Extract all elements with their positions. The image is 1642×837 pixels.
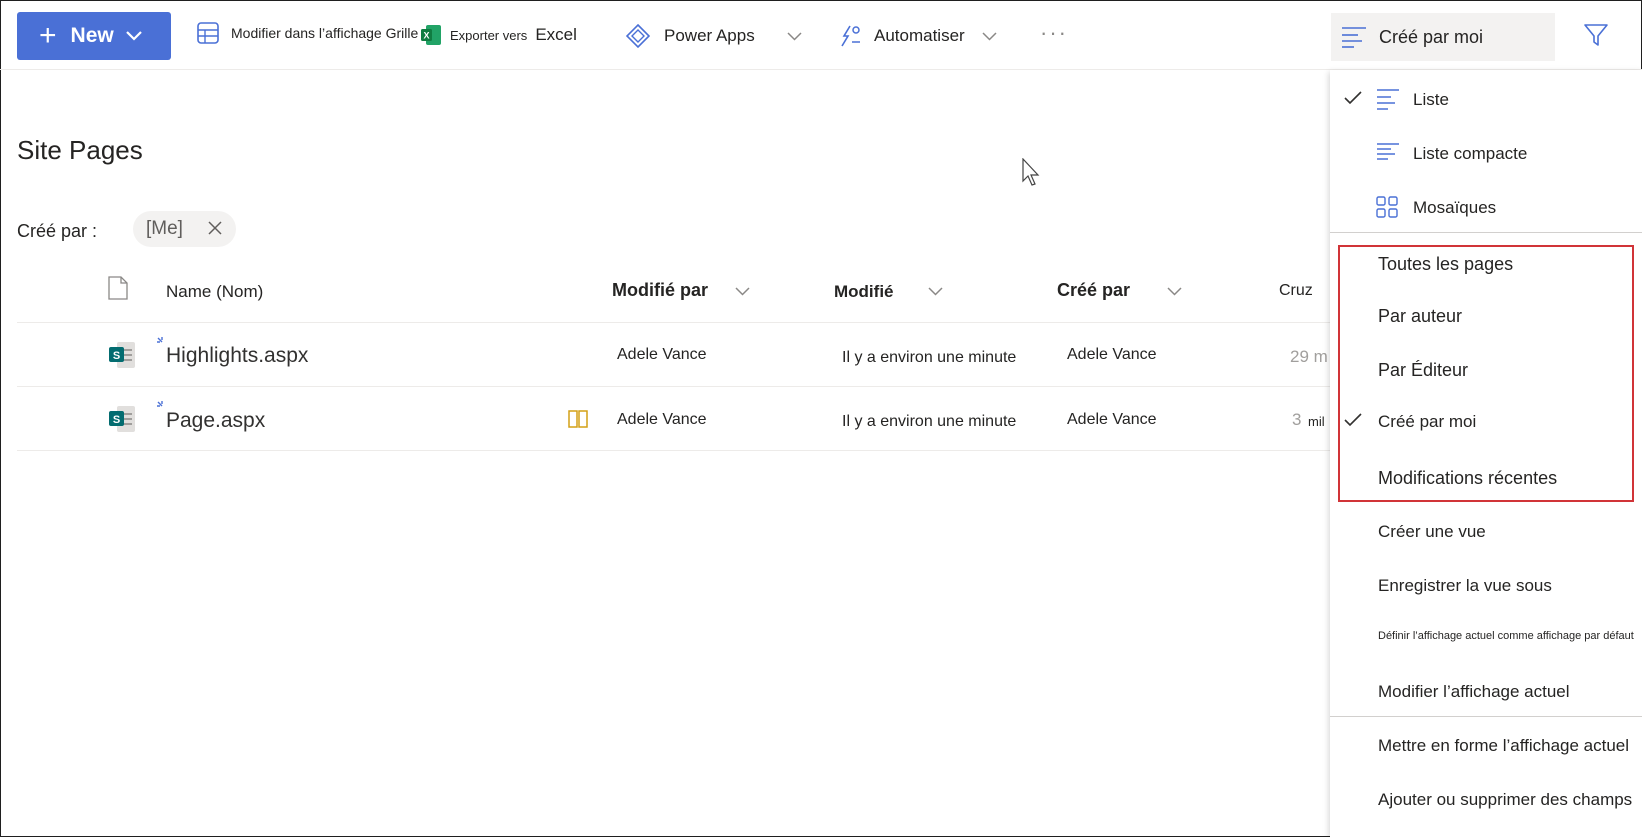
modified-chevron-icon[interactable] xyxy=(928,283,943,301)
extra-cell: 3 xyxy=(1292,410,1302,429)
menu-item-modifier-affichage[interactable]: Modifier l’affichage actuel xyxy=(1330,670,1642,714)
column-header-name[interactable]: Name (Nom) xyxy=(166,282,263,302)
automate-label: Automatiser xyxy=(874,26,965,45)
row-divider xyxy=(17,386,1333,387)
menu-item-ajouter-supprimer-champs[interactable]: Ajouter ou supprimer des champs xyxy=(1330,778,1642,822)
new-button-label: New xyxy=(70,24,114,47)
list-view-icon xyxy=(1341,26,1367,48)
filter-pill-label: [Me] xyxy=(146,218,183,239)
menu-item-label: Modifier l’affichage actuel xyxy=(1378,682,1570,701)
column-header-modified-by[interactable]: Modifié par xyxy=(612,280,708,301)
highlight-box xyxy=(1338,245,1634,502)
view-selector-label: Créé par moi xyxy=(1379,26,1484,47)
page-title: Site Pages xyxy=(17,135,143,165)
new-button[interactable]: + New xyxy=(17,12,171,60)
book-icon[interactable] xyxy=(568,410,588,433)
menu-item-enregistrer-la-vue[interactable]: Enregistrer la vue sous xyxy=(1330,564,1642,608)
checkmark-icon xyxy=(1344,90,1362,111)
export-label: Excel xyxy=(535,25,577,44)
edit-grid-button[interactable]: Modifier dans l’affichage Grille xyxy=(197,22,418,44)
export-excel-button[interactable]: X Exporter vers Excel xyxy=(420,24,577,46)
sharepoint-page-icon: S xyxy=(108,404,136,439)
automate-button[interactable]: Automatiser xyxy=(838,24,965,48)
row-divider xyxy=(17,450,1333,451)
extra-cell: 29 m xyxy=(1290,347,1328,366)
menu-item-mettre-en-forme[interactable]: Mettre en forme l’affichage actuel xyxy=(1330,724,1642,768)
list-icon xyxy=(1376,88,1400,115)
more-actions-button[interactable]: ··· xyxy=(1040,20,1068,46)
excel-icon: X xyxy=(420,24,442,46)
power-apps-label: Power Apps xyxy=(664,26,755,45)
chevron-down-icon xyxy=(125,31,142,41)
created-by-chevron-icon[interactable] xyxy=(1167,283,1182,301)
plus-icon: + xyxy=(39,19,57,52)
menu-item-label: Liste compacte xyxy=(1413,144,1528,163)
column-header-created-by[interactable]: Créé par xyxy=(1057,280,1130,301)
svg-text:S: S xyxy=(113,350,120,362)
menu-item-label: Enregistrer la vue sous xyxy=(1378,576,1552,595)
modified-by-cell: Adele Vance xyxy=(617,346,707,363)
filter-pill[interactable]: [Me] xyxy=(133,211,236,247)
view-selector-button[interactable]: Créé par moi xyxy=(1331,13,1555,61)
power-apps-chevron-icon[interactable] xyxy=(787,28,802,46)
column-header-modified[interactable]: Modifié xyxy=(834,282,894,302)
menu-item-liste[interactable]: Liste xyxy=(1330,78,1642,122)
menu-item-label: Définir l’affichage actuel comme afficha… xyxy=(1378,630,1634,642)
file-type-icon xyxy=(108,276,128,305)
menu-item-label: Ajouter ou supprimer des champs xyxy=(1378,790,1633,809)
modified-by-chevron-icon[interactable] xyxy=(735,283,750,301)
mouse-cursor-icon xyxy=(1022,157,1042,193)
compact-list-icon xyxy=(1376,142,1400,167)
menu-item-label: Mettre en forme l’affichage actuel xyxy=(1378,736,1630,755)
edit-grid-label: Modifier dans l’affichage Grille xyxy=(231,25,419,41)
menu-divider xyxy=(1330,232,1642,233)
menu-item-definir-par-defaut[interactable]: Définir l’affichage actuel comme afficha… xyxy=(1330,614,1642,658)
automate-icon xyxy=(838,24,862,48)
created-by-cell: Adele Vance xyxy=(1067,346,1157,363)
modified-cell: Il y a environ une minute xyxy=(842,349,1017,366)
export-label-small: Exporter vers xyxy=(450,27,528,43)
sharepoint-page-icon: S xyxy=(108,340,136,375)
menu-item-creer-une-vue[interactable]: Créer une vue xyxy=(1330,510,1642,554)
modified-cell: Il y a environ une minute xyxy=(842,413,1017,430)
column-header-extra[interactable]: Cruz xyxy=(1279,282,1313,300)
power-apps-icon xyxy=(626,24,650,48)
close-icon[interactable] xyxy=(207,220,223,242)
more-icon: ··· xyxy=(1040,20,1068,45)
grid-icon xyxy=(197,22,219,44)
filter-icon[interactable] xyxy=(1583,22,1609,53)
svg-text:S: S xyxy=(113,414,120,426)
automate-chevron-icon[interactable] xyxy=(982,28,997,46)
file-name[interactable]: Highlights.aspx xyxy=(166,344,308,368)
command-bar: + New Modifier dans l’affichage Grille X… xyxy=(0,0,1642,70)
tiles-icon xyxy=(1376,196,1398,223)
power-apps-button[interactable]: Power Apps xyxy=(626,24,755,48)
extra-cell-suffix: mil xyxy=(1308,414,1325,429)
modified-by-cell: Adele Vance xyxy=(617,411,707,428)
menu-item-label: Liste xyxy=(1413,90,1449,109)
menu-item-liste-compacte[interactable]: Liste compacte xyxy=(1330,132,1642,176)
menu-item-label: Créer une vue xyxy=(1378,522,1486,541)
menu-item-mosaiques[interactable]: Mosaïques xyxy=(1330,186,1642,230)
file-name[interactable]: Page.aspx xyxy=(166,409,265,433)
menu-divider xyxy=(1330,716,1642,717)
row-divider xyxy=(17,322,1333,323)
filter-label: Créé par : xyxy=(17,221,98,241)
svg-text:X: X xyxy=(423,31,429,41)
menu-item-label: Mosaïques xyxy=(1413,198,1497,217)
created-by-cell: Adele Vance xyxy=(1067,411,1157,428)
